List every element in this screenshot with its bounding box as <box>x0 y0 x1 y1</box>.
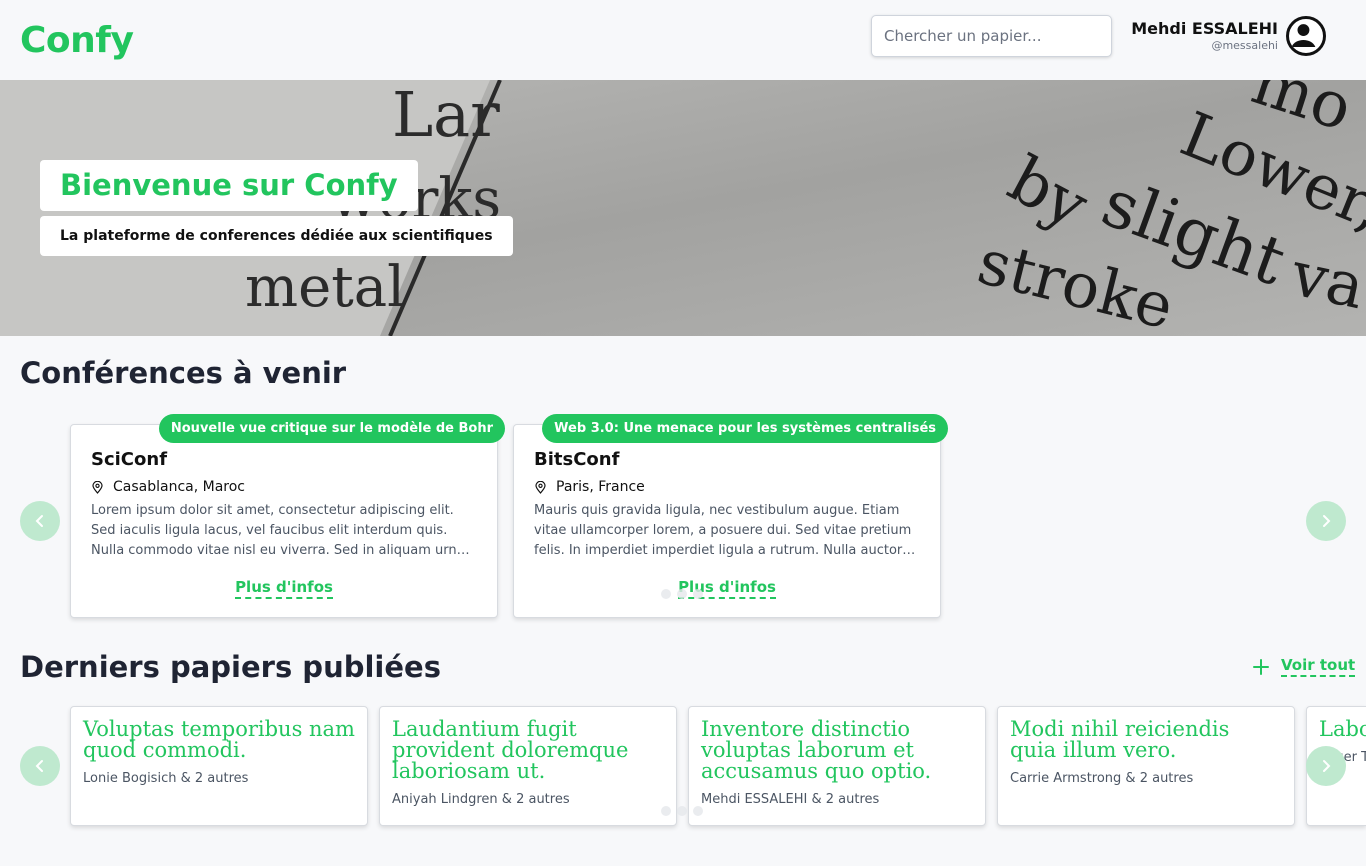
paper-title[interactable]: Laudantium fugit provident doloremque la… <box>392 719 664 782</box>
paper-card[interactable]: Modi nihil reiciendis quia illum vero. C… <box>997 706 1295 826</box>
conference-description: Lorem ipsum dolor sit amet, consectetur … <box>91 503 469 558</box>
paper-authors: Aniyah Lindgren & 2 autres <box>392 792 570 807</box>
papers-pagination-dots <box>661 806 703 816</box>
conference-location-text: Paris, France <box>556 479 645 495</box>
papers-next-button[interactable] <box>1306 746 1346 786</box>
see-all-papers[interactable]: Voir tout <box>1253 656 1356 677</box>
chevron-left-icon <box>35 760 43 772</box>
conferences-next-button[interactable] <box>1306 501 1346 541</box>
conference-card: Web 3.0: Une menace pour les systèmes ce… <box>513 414 948 618</box>
location-pin-icon <box>92 480 103 494</box>
conference-location: Casablanca, Maroc <box>91 478 477 496</box>
hero-banner: Lar works metal by slight stroke mo Lowe… <box>0 80 1366 336</box>
chevron-left-icon <box>35 515 43 527</box>
conference-name: SciConf <box>91 449 168 470</box>
conference-featured-paper-badge[interactable]: Nouvelle vue critique sur le modèle de B… <box>158 414 505 443</box>
hero-subtitle: La plateforme de conferences dédiée aux … <box>40 216 513 256</box>
hero-title: Bienvenue sur Confy <box>40 160 418 211</box>
conference-location: Paris, France <box>534 478 920 496</box>
chevron-right-icon <box>1323 760 1331 772</box>
user-info[interactable]: Mehdi ESSALEHI @messalehi <box>1131 18 1278 52</box>
location-pin-icon <box>535 480 546 494</box>
paper-authors: Lonie Bogisich & 2 autres <box>83 771 249 786</box>
paper-title[interactable]: Inventore distinctio voluptas laborum et… <box>701 719 973 782</box>
paper-card[interactable]: Laudantium fugit provident doloremque la… <box>379 706 677 826</box>
papers-prev-button[interactable] <box>20 746 60 786</box>
conferences-prev-button[interactable] <box>20 501 60 541</box>
conferences-section-title: Conférences à venir <box>20 356 347 390</box>
app-logo[interactable]: Confy <box>20 20 134 61</box>
conference-description: Mauris quis gravida ligula, nec vestibul… <box>534 503 912 558</box>
user-handle: @messalehi <box>1211 39 1278 52</box>
pagination-dot[interactable] <box>661 589 671 599</box>
paper-title[interactable]: Labo reru <box>1319 719 1366 740</box>
hero-bg-word: metal <box>245 255 405 320</box>
pagination-dot[interactable] <box>661 806 671 816</box>
conferences-pagination-dots <box>661 589 703 599</box>
see-all-link[interactable]: Voir tout <box>1281 656 1356 677</box>
paper-card[interactable]: Voluptas temporibus nam quod commodi. Lo… <box>70 706 368 826</box>
pagination-dot[interactable] <box>677 589 687 599</box>
avatar[interactable] <box>1286 16 1326 56</box>
chevron-right-icon <box>1323 515 1331 527</box>
conference-featured-paper-badge[interactable]: Web 3.0: Une menace pour les systèmes ce… <box>542 414 948 443</box>
paper-authors: Mehdi ESSALEHI & 2 autres <box>701 792 880 807</box>
conference-name: BitsConf <box>534 449 620 470</box>
pagination-dot[interactable] <box>693 806 703 816</box>
hero-bg-word: Lar <box>392 80 500 151</box>
pagination-dot[interactable] <box>693 589 703 599</box>
search-input[interactable] <box>871 15 1112 57</box>
user-name: Mehdi ESSALEHI <box>1131 19 1278 38</box>
conference-card: Nouvelle vue critique sur le modèle de B… <box>70 414 505 618</box>
pagination-dot[interactable] <box>677 806 687 816</box>
paper-title[interactable]: Modi nihil reiciendis quia illum vero. <box>1010 719 1282 761</box>
user-avatar-icon <box>1291 24 1316 48</box>
plus-icon <box>1253 658 1269 675</box>
papers-section-title: Derniers papiers publiées <box>20 650 441 684</box>
conference-location-text: Casablanca, Maroc <box>113 479 246 495</box>
paper-authors: Carrie Armstrong & 2 autres <box>1010 771 1194 786</box>
paper-card[interactable]: Inventore distinctio voluptas laborum et… <box>688 706 986 826</box>
paper-title[interactable]: Voluptas temporibus nam quod commodi. <box>83 719 355 761</box>
conference-more-info-link[interactable]: Plus d'infos <box>235 578 333 599</box>
